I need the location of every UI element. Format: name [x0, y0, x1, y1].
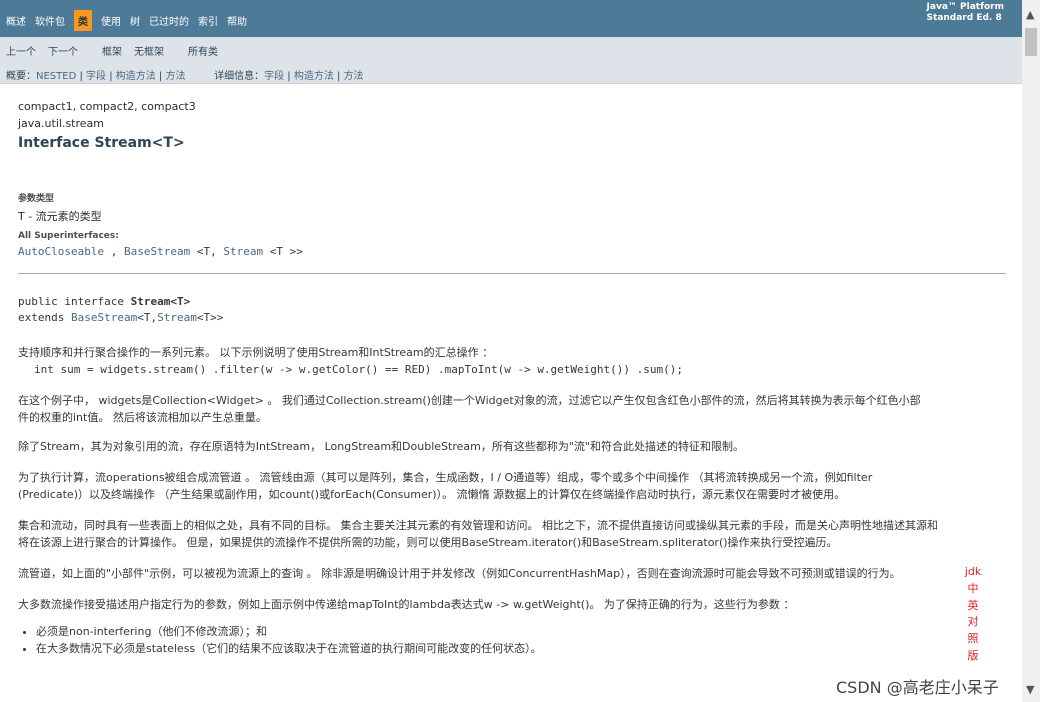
platform-line2: Standard Ed. 8 — [926, 13, 1002, 23]
nav-class[interactable]: 类 — [74, 10, 92, 31]
superinterface-sep: , — [104, 245, 124, 258]
allclasses-link[interactable]: 所有类 — [188, 43, 218, 58]
scroll-up-icon[interactable]: ▲ — [1026, 8, 1034, 21]
noframes-link[interactable]: 无框架 — [134, 43, 164, 58]
next-class-link[interactable]: 下一个 — [48, 43, 78, 58]
platform-label: Java™ Platform Standard Ed. 8 — [927, 2, 1004, 24]
superinterface-sep: <T, — [190, 245, 224, 258]
red-label-char: 对 — [967, 615, 979, 629]
superinterface-link[interactable]: Stream — [223, 245, 263, 258]
code-example: int sum = widgets.stream() .filter(w -> … — [34, 363, 684, 376]
summary-field-link[interactable]: 字段 — [86, 71, 106, 82]
superinterface-sep: <T >> — [263, 245, 303, 258]
decl-name: Stream — [130, 295, 171, 308]
superinterfaces-list: AutoCloseable , BaseStream <T, Stream <T… — [18, 245, 1008, 258]
scroll-thumb[interactable] — [1025, 28, 1037, 56]
superinterface-link[interactable]: AutoCloseable — [18, 245, 104, 258]
scroll-down-icon[interactable]: ▼ — [1026, 683, 1034, 696]
list-item: 在大多数情况下必须是stateless（它们的结果不应该取决于在流管道的执行期间… — [36, 640, 1008, 657]
package-name: java.util.stream — [18, 117, 104, 130]
detail-label: 详细信息： — [214, 71, 265, 82]
decl-text: extends — [18, 311, 71, 324]
red-label-char: jdk — [964, 565, 982, 578]
profiles-line: compact1, compact2, compact3 — [18, 100, 196, 113]
prev-class-link[interactable]: 上一个 — [6, 43, 36, 58]
paragraph-3: 除了Stream，其为对象引用的流，存在原语特为IntStream， LongS… — [18, 440, 744, 453]
frames-link[interactable]: 框架 — [102, 43, 122, 58]
sub-nav-row2: 概要：NESTED | 字段 | 构造方法 | 方法 详细信息：字段 | 构造方… — [6, 71, 364, 82]
main-content: compact1, compact2, compact3 java.util.s… — [18, 98, 1008, 657]
sub-nav-row1: 上一个 下一个 框架 无框架 所有类 — [6, 43, 230, 58]
red-label-char: 英 — [967, 598, 979, 612]
list-item: 必须是non-interfering（他们不修改流源）；和 — [36, 623, 1008, 640]
summary-method-link[interactable]: 方法 — [165, 71, 185, 82]
nav-use[interactable]: 使用 — [101, 13, 121, 31]
paragraph-line: 件的权重的int值。 然后将该流相加以产生总重量。 — [18, 411, 267, 424]
paragraph-line: 在这个例子中， widgets是Collection<Widget> 。 我们通… — [18, 394, 921, 407]
top-nav-bar: 概述 软件包 类 使用 树 已过时的 索引 帮助 Java™ Platform … — [0, 0, 1022, 37]
decl-suffix: <T> — [170, 295, 191, 308]
red-label-char: 照 — [967, 632, 979, 646]
summary-constructor-link[interactable]: 构造方法 — [116, 71, 156, 82]
declaration-line1: public interface Stream<T> — [18, 294, 1008, 310]
page-title: Interface Stream<T> — [18, 135, 185, 151]
top-nav-menu: 概述 软件包 类 使用 树 已过时的 索引 帮助 — [6, 10, 256, 31]
detail-constructor-link[interactable]: 构造方法 — [294, 71, 334, 82]
nav-overview[interactable]: 概述 — [6, 13, 26, 31]
type-params-label: 参数类型 — [18, 194, 55, 204]
summary-label: 概要： — [6, 71, 36, 82]
paragraph-7: 大多数流操作接受描述用户指定行为的参数，例如上面示例中传递给mapToInt的l… — [18, 598, 795, 611]
nav-index[interactable]: 索引 — [198, 13, 218, 31]
decl-text: <T, — [137, 311, 158, 324]
red-annotation: jdk 中 英 对 照 版 — [964, 564, 982, 665]
paragraph-6: 流管道，如上面的"小部件"示例，可以被视为流源上的查询 。 除非源是明确设计用于… — [18, 567, 901, 580]
paragraph-2: 在这个例子中， widgets是Collection<Widget> 。 我们通… — [18, 392, 1008, 426]
csdn-watermark: CSDN @高老庄小呆子 — [836, 678, 999, 697]
red-label-char: 中 — [967, 581, 979, 595]
paragraph-line: 为了执行计算，流operations被组合成流管道 。 流管线由源（其可以是阵列… — [18, 471, 873, 484]
decl-text: public interface — [18, 295, 131, 308]
superinterface-link[interactable]: BaseStream — [124, 245, 190, 258]
paragraph-line: 将在该源上进行聚合的计算操作。 但是，如果提供的流操作不提供所需的功能，则可以使… — [18, 536, 838, 549]
paragraph-5: 集合和流动，同时具有一些表面上的相似之处，具有不同的目标。 集合主要关注其元素的… — [18, 517, 1008, 551]
decl-text: <T>> — [196, 311, 224, 324]
rules-list: 必须是non-interfering（他们不修改流源）；和 在大多数情况下必须是… — [18, 623, 1008, 657]
paragraph-line: (Predicate)）以及终端操作 （产生结果或副作用，如count()或fo… — [18, 488, 846, 501]
vertical-scrollbar[interactable]: ▲ ▼ — [1022, 0, 1040, 702]
superinterfaces-label: All Superinterfaces: — [18, 231, 119, 241]
paragraph-line: 集合和流动，同时具有一些表面上的相似之处，具有不同的目标。 集合主要关注其元素的… — [18, 519, 938, 532]
decl-stream-link[interactable]: Stream — [157, 311, 197, 324]
red-label-char: 版 — [967, 648, 979, 662]
nav-tree[interactable]: 树 — [130, 13, 140, 31]
paragraph-4: 为了执行计算，流operations被组合成流管道 。 流管线由源（其可以是阵列… — [18, 469, 1008, 503]
paragraph-line: 支持顺序和并行聚合操作的一系列元素。 以下示例说明了使用Stream和IntSt… — [18, 346, 494, 359]
summary-nested-link[interactable]: NESTED — [36, 71, 76, 82]
decl-base-link[interactable]: BaseStream — [71, 311, 137, 324]
detail-method-link[interactable]: 方法 — [344, 71, 364, 82]
declaration-block: public interface Stream<T> extends BaseS… — [18, 294, 1008, 326]
nav-help[interactable]: 帮助 — [227, 13, 247, 31]
detail-field-link[interactable]: 字段 — [264, 71, 284, 82]
nav-package[interactable]: 软件包 — [35, 13, 65, 31]
declaration-line2: extends BaseStream<T,Stream<T>> — [18, 310, 1008, 326]
sub-nav-bar: 上一个 下一个 框架 无框架 所有类 概要：NESTED | 字段 | 构造方法… — [0, 37, 1022, 84]
platform-line1: Java™ Platform — [926, 2, 1004, 12]
paragraph-1: 支持顺序和并行聚合操作的一系列元素。 以下示例说明了使用Stream和IntSt… — [18, 344, 1008, 378]
type-params-value: T - 流元素的类型 — [18, 210, 102, 223]
nav-deprecated[interactable]: 已过时的 — [149, 13, 189, 31]
